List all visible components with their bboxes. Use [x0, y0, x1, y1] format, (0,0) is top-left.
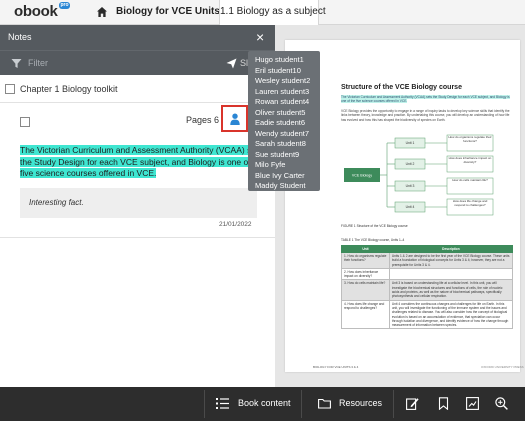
- funnel-icon: [11, 59, 22, 68]
- book-content-button[interactable]: Book content: [238, 398, 291, 408]
- table-header-cell: Description: [388, 245, 514, 253]
- diagram-question-text: How does life change and respond to chal…: [452, 200, 488, 207]
- share-students-dropdown[interactable]: Hugo student1 Eril student10 Wesley stud…: [248, 51, 320, 191]
- student-option[interactable]: Hugo student1: [255, 55, 304, 64]
- table-cell: 2. How does inheritance impact on divers…: [341, 267, 390, 281]
- folder-icon[interactable]: [318, 397, 331, 410]
- diagram-connectors: [380, 142, 447, 208]
- table-cell: 1. How do organisms regulate their funct…: [341, 252, 390, 269]
- notes-header: Notes ×: [0, 25, 275, 50]
- pages-label: Pages 6 -: [186, 115, 225, 125]
- zoom-in-icon[interactable]: [495, 397, 508, 410]
- table-cell: Unit 3 is based on understanding life at…: [388, 279, 514, 301]
- student-option[interactable]: Lauren student3: [255, 87, 309, 96]
- diagram-unit-label: Unit 3: [406, 184, 415, 188]
- course-table: Unit Description 1. How do organisms reg…: [341, 245, 514, 330]
- breadcrumb-current[interactable]: 1.1 Biology as a subject: [219, 0, 326, 25]
- diagram-unit-boxes: [394, 137, 426, 213]
- diagram-unit-label: Unit 2: [406, 162, 415, 166]
- user-icon: [230, 113, 240, 125]
- logo-badge: pro: [59, 2, 70, 9]
- table-row: 3. How do cells maintain life? Unit 3 is…: [341, 279, 514, 301]
- toolbar-separator: [301, 390, 302, 418]
- table-caption: TABLE 1 The VCE Biology course, Units 1–…: [341, 238, 405, 242]
- page-heading: Structure of the VCE Biology course: [341, 84, 462, 91]
- send-icon[interactable]: [226, 58, 237, 69]
- student-option[interactable]: Eril student10: [255, 66, 301, 75]
- table-header-cell: Unit: [341, 245, 390, 253]
- diagram-unit-label: Unit 4: [406, 205, 415, 209]
- bookmark-icon[interactable]: [437, 397, 450, 410]
- diagram-unit-label: Unit 1: [406, 141, 415, 145]
- student-option[interactable]: Oliver student5: [255, 108, 305, 117]
- student-option[interactable]: Maddy Student: [255, 181, 305, 190]
- page-footer-right: OXFORD UNIVERSITY PRESS: [481, 365, 524, 369]
- bottom-toolbar: Book content Resources: [0, 387, 525, 421]
- table-header-row: Unit Description: [341, 245, 514, 253]
- notes-divider: [0, 237, 275, 238]
- diagram-question-text: How do cells maintain life?: [452, 179, 488, 182]
- figure-caption: FIGURE 1 Structure of the VCE Biology co…: [341, 224, 408, 228]
- note-date: 21/01/2022: [219, 221, 252, 228]
- chapter-row[interactable]: Chapter 1 Biology toolkit: [0, 75, 275, 103]
- student-option[interactable]: Rowan student4: [255, 97, 309, 106]
- table-cell: 4. How does life change and respond to c…: [341, 299, 390, 330]
- note-comment-box[interactable]: Interesting fact.: [20, 188, 257, 218]
- page-paragraph: VCE Biology provides the opportunity to …: [341, 109, 510, 122]
- table-row: 4. How does life change and respond to c…: [341, 299, 514, 330]
- note-checkbox[interactable]: [20, 117, 30, 127]
- notes-panel: Notes × Filter Sl Chapter 1 Biology tool…: [0, 25, 275, 387]
- table-cell: 3. How do cells maintain life?: [341, 279, 390, 301]
- page-footer-left: BIOLOGY FOR VCE UNITS 3 & 4: [313, 365, 359, 369]
- top-bar: obook pro Biology for VCE Units 3 & 4 1.…: [0, 0, 525, 25]
- table-cell: [388, 267, 514, 281]
- note-comment: Interesting fact.: [29, 198, 84, 207]
- course-structure-diagram: VCE Biology Unit 1 Unit 2 Unit 3 Unit 4 …: [344, 134, 494, 216]
- close-icon[interactable]: ×: [256, 30, 264, 44]
- book-page[interactable]: Structure of the VCE Biology course The …: [285, 40, 524, 372]
- toolbar-separator: [204, 390, 205, 418]
- note-highlighted-text[interactable]: The Victorian Curriculum and Assessment …: [20, 145, 275, 180]
- sort-label[interactable]: Sl: [240, 58, 248, 68]
- share-with-students-button[interactable]: [221, 105, 248, 132]
- page-highlighted-paragraph[interactable]: The Victorian Curriculum and Assessment …: [341, 95, 513, 104]
- student-option[interactable]: Sue student9: [255, 150, 299, 159]
- student-option[interactable]: Eadie student6: [255, 118, 305, 127]
- list-icon[interactable]: [216, 397, 229, 410]
- table-row: 2. How does inheritance impact on divers…: [341, 267, 514, 281]
- diagram-root-label: VCE Biology: [352, 174, 372, 178]
- chapter-checkbox[interactable]: [5, 84, 15, 94]
- home-icon[interactable]: [96, 6, 108, 18]
- filter-row[interactable]: Filter Sl: [0, 50, 275, 75]
- obook-logo[interactable]: obook: [14, 3, 58, 20]
- student-option[interactable]: Milo Fyfe: [255, 160, 285, 169]
- student-option[interactable]: Blue Ivy Carter: [255, 171, 305, 180]
- notes-pen-icon[interactable]: [406, 397, 419, 410]
- table-cell: Unit 4 considers the continuous changes …: [388, 299, 514, 330]
- chapter-label: Chapter 1 Biology toolkit: [20, 84, 118, 94]
- student-option[interactable]: Sarah student8: [255, 139, 306, 148]
- table-cell: Units 1 & 2 are designed to be the first…: [388, 252, 514, 269]
- diagram-question-text: How do organisms regulate their function…: [448, 136, 492, 143]
- resources-button[interactable]: Resources: [339, 398, 382, 408]
- annotate-icon[interactable]: [466, 397, 479, 410]
- diagram-question-text: How does inheritance impact on diversity…: [448, 157, 492, 164]
- notes-title: Notes: [8, 32, 32, 42]
- toolbar-separator: [393, 390, 394, 418]
- filter-input[interactable]: Filter: [28, 58, 48, 68]
- table-row: 1. How do organisms regulate their funct…: [341, 252, 514, 269]
- student-option[interactable]: Wendy student7: [255, 129, 309, 138]
- student-option[interactable]: Wesley student2: [255, 76, 310, 85]
